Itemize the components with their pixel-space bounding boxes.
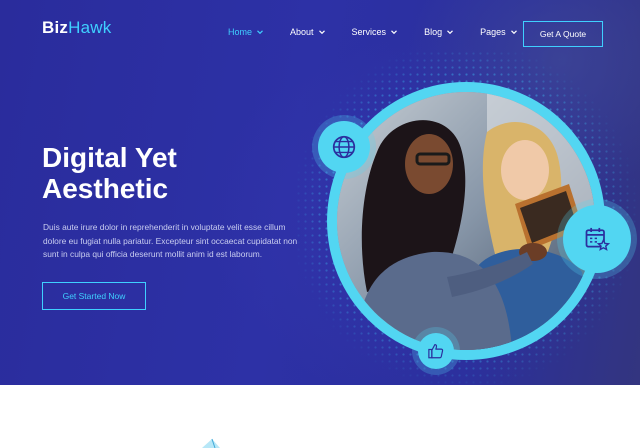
two-women-with-tablet-image [337, 92, 595, 350]
chevron-down-icon [446, 28, 454, 36]
logo-text-secondary: Hawk [68, 18, 112, 37]
chevron-down-icon [510, 28, 518, 36]
chevron-down-icon [256, 28, 264, 36]
chevron-down-icon [390, 28, 398, 36]
main-navigation: Home About Services Blog Pages [228, 27, 544, 37]
nav-item-services[interactable]: Services [352, 27, 399, 37]
chevron-down-icon [318, 28, 326, 36]
calendar-star-icon [585, 227, 611, 251]
get-started-button[interactable]: Get Started Now [42, 282, 146, 310]
globe-icon [332, 135, 356, 159]
nav-item-about[interactable]: About [290, 27, 326, 37]
nav-item-label: Services [351, 27, 387, 37]
thumbs-up-icon [428, 344, 444, 359]
headline-line: Aesthetic [42, 173, 169, 204]
nav-item-label: Home [228, 27, 253, 37]
logo-text-primary: Biz [42, 18, 69, 37]
hero-photo [337, 92, 595, 350]
nav-item-pages[interactable]: Pages [480, 27, 518, 37]
hero-headline: Digital Yet Aesthetic [42, 142, 322, 204]
nav-item-label: Blog [424, 27, 443, 37]
headline-line: Digital Yet [42, 142, 177, 173]
globe-badge [318, 121, 370, 173]
nav-item-blog[interactable]: Blog [424, 27, 454, 37]
paper-plane-icon [202, 438, 220, 448]
calendar-badge [563, 205, 631, 273]
next-section [0, 385, 640, 448]
nav-item-label: About [290, 27, 314, 37]
hero-description: Duis aute irure dolor in reprehenderit i… [43, 222, 298, 260]
like-badge [418, 333, 454, 369]
nav-item-home[interactable]: Home [228, 27, 264, 37]
nav-item-label: Pages [480, 27, 506, 37]
get-a-quote-button[interactable]: Get A Quote [523, 21, 603, 47]
hero-section: BizHawk Home About Services Blog Pages G… [0, 0, 640, 385]
site-logo[interactable]: BizHawk [42, 18, 111, 38]
